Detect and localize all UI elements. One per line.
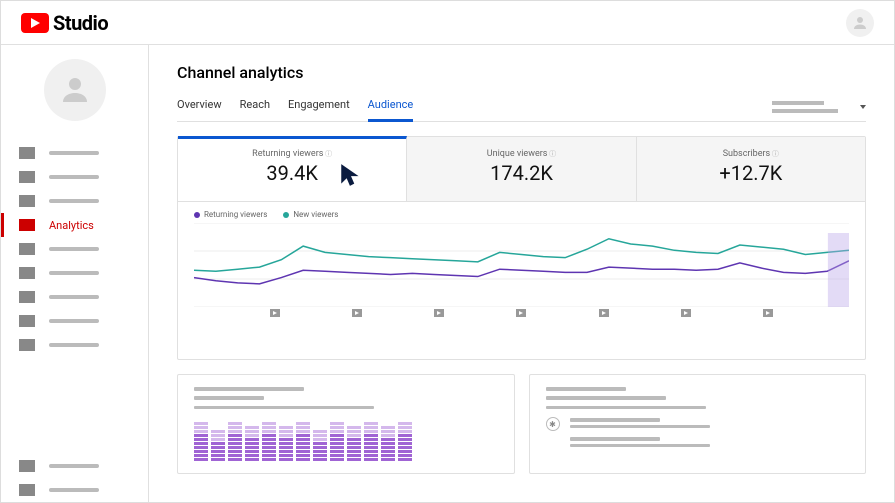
audio-icon [19,339,35,351]
content-icon [19,171,35,183]
sidebar-item-monetization[interactable] [1,285,148,309]
tab-overview[interactable]: Overview [177,92,222,121]
sidebar-item-subtitles[interactable] [1,261,148,285]
sidebar-item-settings[interactable] [1,454,148,478]
sidebar-item-analytics[interactable]: Analytics [1,213,148,237]
sidebar-item-playlists[interactable] [1,189,148,213]
sidebar-item-feedback[interactable] [1,478,148,502]
youtube-play-icon [21,13,49,33]
video-marker[interactable] [681,309,691,317]
metric-label: Subscribers [637,149,865,159]
sidebar-item-comments[interactable] [1,237,148,261]
sidebar-item-dashboard[interactable] [1,141,148,165]
chart-legend: Returning viewers New viewers [194,210,849,219]
page-title: Channel analytics [177,63,866,82]
sidebar: Analytics [1,45,149,502]
subtitles-icon [19,267,35,279]
main-content: Channel analytics Overview Reach Engagem… [149,45,894,502]
metric-tab-returning-viewers[interactable]: Returning viewers 39.4K [178,136,407,201]
sidebar-item-content[interactable] [1,165,148,189]
video-marker[interactable] [434,309,444,317]
metric-label: Returning viewers [178,149,406,159]
video-marker[interactable] [763,309,773,317]
tab-audience[interactable]: Audience [368,92,414,121]
sidebar-item-customization[interactable] [1,309,148,333]
person-icon [57,72,93,108]
legend-dot [194,212,200,218]
monetization-icon [19,291,35,303]
analytics-icon [19,219,35,231]
cursor-icon [338,161,364,189]
watched-channels-card[interactable]: ✱ [529,374,867,474]
account-avatar[interactable] [846,9,874,37]
sidebar-item-label: Analytics [49,219,94,232]
comments-icon [19,243,35,255]
app-header: Studio [1,1,894,45]
tab-reach[interactable]: Reach [240,92,270,121]
video-marker[interactable] [599,309,609,317]
metric-value: 39.4K [178,161,406,185]
metric-label: Unique viewers [407,149,635,159]
channel-list: ✱ [546,417,850,450]
tab-engagement[interactable]: Engagement [288,92,350,121]
video-marker[interactable] [270,309,280,317]
date-range-selector[interactable] [772,101,866,121]
bug-icon: ✱ [546,417,560,431]
metric-tab-unique-viewers[interactable]: Unique viewers 174.2K [407,137,636,201]
metric-tab-subscribers[interactable]: Subscribers +12.7K [637,137,865,201]
youtube-studio-logo[interactable]: Studio [21,11,108,35]
schedule-heatmap [194,417,498,461]
watch-time-card[interactable] [177,374,515,474]
playlists-icon [19,195,35,207]
app-name: Studio [53,11,108,35]
video-marker[interactable] [352,309,362,317]
person-icon [851,14,869,32]
feedback-icon [19,484,35,496]
customization-icon [19,315,35,327]
dashboard-icon [19,147,35,159]
analytics-tabs: Overview Reach Engagement Audience [177,92,413,121]
sidebar-item-audio[interactable] [1,333,148,357]
timeline-markers [194,309,849,317]
audience-chart-card: Returning viewers 39.4K Unique viewers 1… [177,136,866,360]
metric-value: 174.2K [407,161,635,185]
legend-dot [283,212,289,218]
chevron-down-icon [860,105,866,109]
settings-icon [19,460,35,472]
video-marker[interactable] [516,309,526,317]
channel-avatar[interactable] [44,59,106,121]
line-chart[interactable] [194,223,849,307]
metric-value: +12.7K [637,161,865,185]
